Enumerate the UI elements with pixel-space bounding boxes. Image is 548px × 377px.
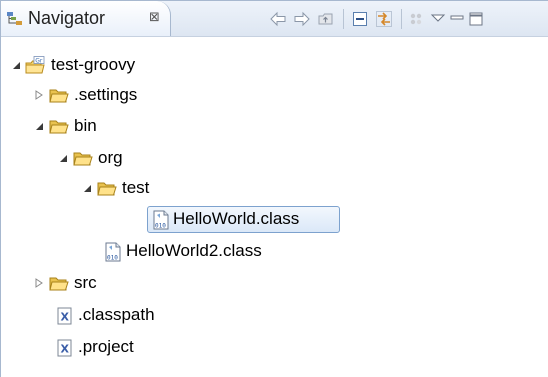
navigator-tree: Gr test-groovy .settings bin org test 01… (1, 37, 548, 377)
folder-icon (73, 152, 93, 166)
tree-item-label: src (74, 273, 97, 292)
tree-item-settings[interactable]: .settings (1, 81, 548, 111)
navigator-view-icon (7, 12, 22, 25)
tree-item-label: .project (78, 337, 134, 356)
tree-item-org[interactable]: org (1, 144, 548, 174)
svg-text:X: X (61, 343, 70, 356)
tree-item-label: test-groovy (51, 55, 136, 74)
link-with-editor-icon[interactable] (375, 10, 393, 28)
collapsed-twisty-icon[interactable] (34, 90, 44, 100)
folder-icon (49, 120, 69, 134)
xml-file-icon: X (57, 339, 72, 357)
folder-icon (97, 182, 117, 196)
navigator-tab[interactable]: Navigator ⊠ (1, 1, 171, 36)
forward-icon[interactable] (293, 10, 311, 28)
xml-file-icon: X (57, 307, 72, 325)
tree-item-src[interactable]: src (1, 269, 548, 299)
view-menu-icon[interactable] (429, 10, 447, 28)
navigator-view: Navigator ⊠ Gr test-groovy .settings bin… (0, 0, 548, 377)
collapse-all-icon[interactable] (351, 10, 369, 28)
tree-item-test[interactable]: test (1, 174, 548, 204)
tree-item-classpath[interactable]: X .classpath (1, 301, 548, 331)
back-icon[interactable] (269, 10, 287, 28)
toolbar-separator (401, 9, 402, 29)
tree-item-bin[interactable]: bin (1, 112, 548, 142)
view-title: Navigator (28, 8, 106, 28)
tree-item-helloworld2-class[interactable]: 010 HelloWorld2.class (1, 237, 548, 267)
svg-text:X: X (61, 311, 70, 324)
tree-item-label: HelloWorld2.class (126, 241, 262, 260)
folder-icon (49, 277, 69, 291)
folder-icon (49, 89, 69, 103)
tree-item-helloworld-class[interactable]: 010 HelloWorld.class (1, 205, 548, 235)
expanded-twisty-icon[interactable] (58, 153, 68, 163)
class-file-icon: 010 (105, 242, 121, 262)
collapsed-twisty-icon[interactable] (34, 278, 44, 288)
class-file-icon: 010 (153, 210, 169, 230)
tree-item-project[interactable]: X .project (1, 333, 548, 363)
minimize-icon[interactable] (448, 10, 466, 28)
svg-text:010: 010 (155, 223, 166, 230)
tree-item-label: test (122, 178, 150, 197)
toolbar-separator (343, 9, 344, 29)
tree-item-label: bin (74, 116, 97, 135)
svg-text:Gr: Gr (35, 57, 43, 64)
tree-item-label: .settings (74, 85, 138, 104)
expanded-twisty-icon[interactable] (82, 183, 92, 193)
svg-text:010: 010 (107, 255, 118, 262)
tree-item-label: .classpath (78, 305, 155, 324)
tree-item-test-groovy[interactable]: Gr test-groovy (1, 51, 548, 81)
expanded-twisty-icon[interactable] (11, 60, 21, 70)
tree-item-label: HelloWorld.class (173, 209, 300, 228)
working-set-icon[interactable] (407, 10, 425, 28)
expanded-twisty-icon[interactable] (34, 121, 44, 131)
close-icon[interactable]: ⊠ (149, 9, 160, 25)
groovy-project-icon: Gr (25, 56, 45, 74)
view-tab-bar: Navigator ⊠ (1, 1, 548, 37)
tree-item-label: org (98, 148, 123, 167)
maximize-icon[interactable] (467, 10, 485, 28)
up-icon[interactable] (317, 10, 335, 28)
